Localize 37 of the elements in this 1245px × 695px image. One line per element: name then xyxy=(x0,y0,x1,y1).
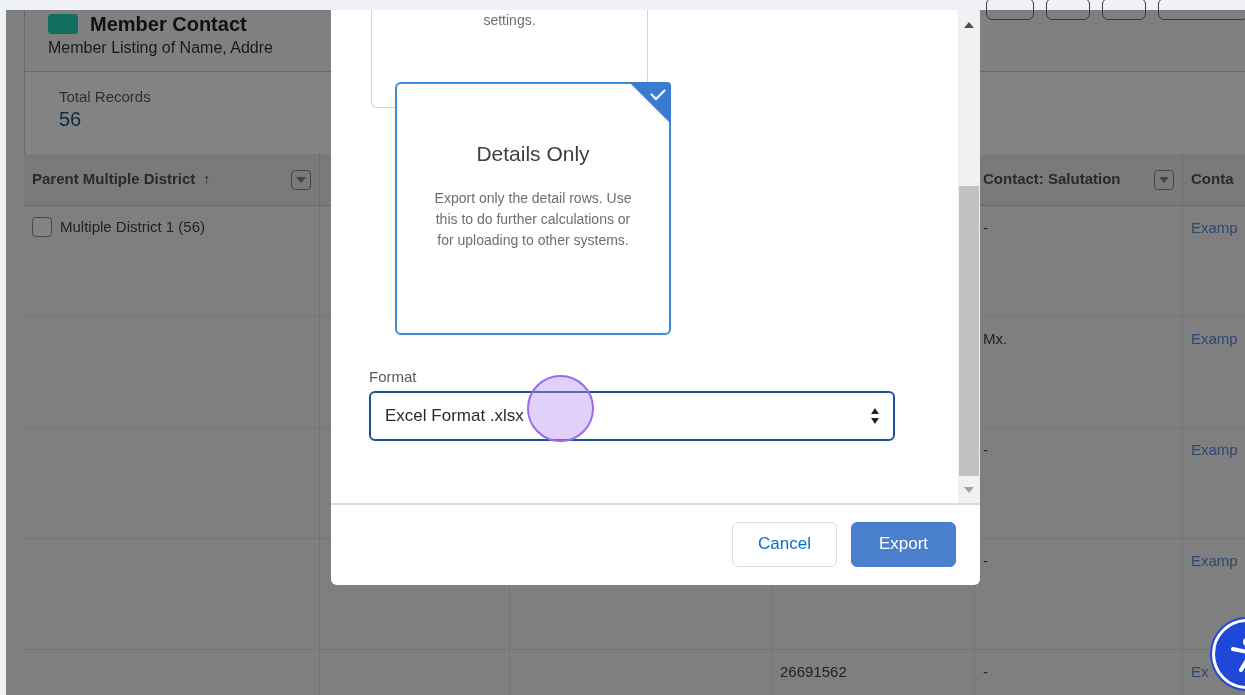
column-header[interactable]: Contact: Salutation xyxy=(983,168,1121,191)
group-label: Multiple District 1 (56) xyxy=(60,217,206,237)
summary-label: Total Records xyxy=(59,88,152,106)
card-description: settings. xyxy=(483,11,536,30)
card-description: Export only the detail rows. Use this to do further calculations or for uploading to other systems. xyxy=(433,189,633,250)
table-cell: - xyxy=(983,552,988,569)
checkbox[interactable] xyxy=(32,217,52,238)
selected-check-icon xyxy=(629,82,671,124)
link[interactable]: Examp xyxy=(1191,219,1238,236)
page-subtitle: Member Listing of Name, Addre xyxy=(48,38,274,58)
scroll-up-icon[interactable] xyxy=(964,22,974,28)
field-label: Format xyxy=(369,367,418,387)
sort-indicator: ↑ xyxy=(203,170,211,189)
table-cell: 26691562 xyxy=(780,663,847,680)
link[interactable]: Examp xyxy=(1191,441,1238,458)
format-select[interactable]: Excel Format .xlsx xyxy=(369,391,895,441)
column-header[interactable]: Parent Multiple District xyxy=(32,168,196,191)
summary-value: 56 xyxy=(59,107,83,132)
scrollbar[interactable] xyxy=(958,10,980,503)
table-cell: Mx. xyxy=(983,330,1008,347)
table-cell: - xyxy=(983,663,988,680)
scrollbar-thumb[interactable] xyxy=(959,186,979,476)
sort-arrows-icon xyxy=(871,407,879,425)
link[interactable]: Examp xyxy=(1191,330,1238,347)
caret-icon xyxy=(1159,176,1169,183)
link[interactable]: Examp xyxy=(1191,552,1238,569)
table-cell: - xyxy=(983,441,988,458)
app-icon xyxy=(48,14,78,34)
export-button[interactable]: Export xyxy=(851,521,956,567)
page-title: Member Contact xyxy=(90,12,247,36)
card-title: Details Only xyxy=(476,141,590,167)
caret-icon xyxy=(296,176,306,183)
option-card[interactable]: Details Only Export only the detail rows. Use this to do further calculations or for uploading to other systems. xyxy=(395,82,671,335)
cancel-button[interactable]: Cancel xyxy=(732,521,837,567)
link[interactable]: Ex xyxy=(1191,663,1209,680)
table-cell: - xyxy=(983,219,988,236)
column-header[interactable]: Conta xyxy=(1191,168,1234,191)
